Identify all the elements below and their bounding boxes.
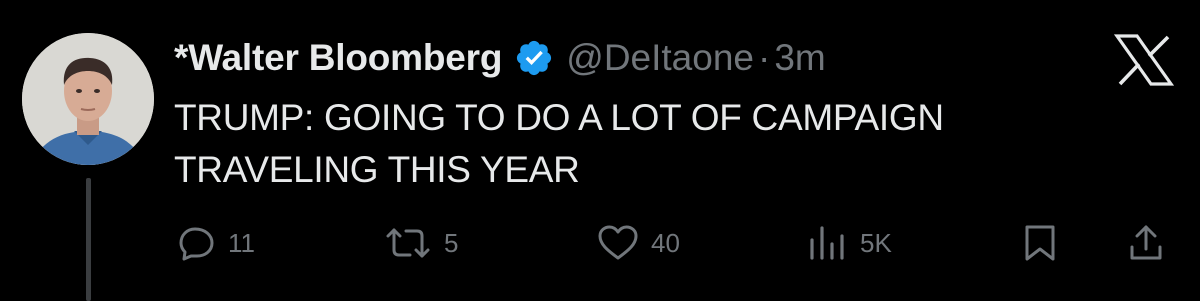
views-button[interactable]: 5K xyxy=(806,218,892,268)
reply-icon xyxy=(178,225,216,261)
heart-icon xyxy=(597,224,639,262)
reply-count: 11 xyxy=(228,227,255,258)
x-logo-icon xyxy=(1113,34,1175,86)
handle[interactable]: @DeItaone xyxy=(566,37,754,79)
timestamp[interactable]: 3m xyxy=(774,37,825,79)
tweet-text-line: TRAVELING THIS YEAR xyxy=(174,149,580,190)
avatar[interactable] xyxy=(22,33,154,165)
tweet-text: TRUMP: GOING TO DO A LOT OF CAMPAIGN TRA… xyxy=(174,92,1104,196)
reply-button[interactable]: 11 xyxy=(178,218,255,268)
tweet-text-line: TRUMP: GOING TO DO A LOT OF CAMPAIGN xyxy=(174,97,944,138)
share-icon xyxy=(1128,223,1164,263)
repost-count: 5 xyxy=(444,227,459,258)
share-button[interactable] xyxy=(1128,218,1164,268)
repost-icon xyxy=(384,225,432,261)
like-count: 40 xyxy=(651,227,680,258)
separator-dot: · xyxy=(758,37,771,78)
display-name[interactable]: *Walter Bloomberg xyxy=(174,37,502,79)
views-icon xyxy=(806,224,848,262)
bookmark-icon xyxy=(1022,223,1058,263)
repost-button[interactable]: 5 xyxy=(384,218,458,268)
tweet-header: *Walter Bloomberg @DeItaone · 3m xyxy=(174,28,826,88)
bookmark-button[interactable] xyxy=(1022,218,1058,268)
verified-badge-icon[interactable] xyxy=(514,38,554,78)
action-bar: 11 5 40 5K xyxy=(0,218,1200,268)
like-button[interactable]: 40 xyxy=(597,218,680,268)
tweet-card[interactable]: *Walter Bloomberg @DeItaone · 3m TRUMP: … xyxy=(0,0,1200,301)
views-count: 5K xyxy=(860,227,892,258)
